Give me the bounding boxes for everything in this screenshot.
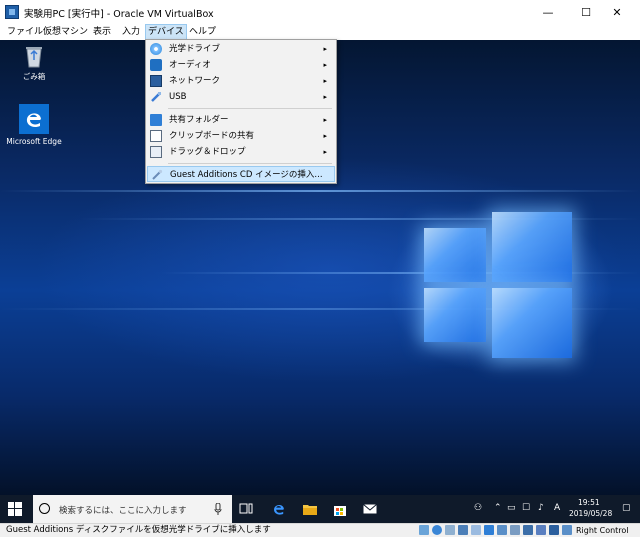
mouse-integration-status-icon[interactable]	[549, 525, 559, 535]
menu-devices[interactable]: デバイス	[145, 24, 187, 40]
people-icon[interactable]: ⚇	[474, 503, 482, 513]
menu-item-usb[interactable]: USB ▸	[147, 89, 335, 105]
menu-item-clipboard[interactable]: クリップボードの共有 ▸	[147, 128, 335, 144]
battery-icon[interactable]: ▭	[507, 503, 516, 513]
clock-date[interactable]: 2019/05/28	[569, 509, 612, 518]
submenu-arrow-icon: ▸	[323, 132, 327, 140]
usb-status-icon[interactable]	[471, 525, 481, 535]
microphone-icon[interactable]	[214, 502, 222, 515]
optical-drive-status-icon[interactable]	[432, 525, 442, 535]
title-bar[interactable]: 実験用PC [実行中] - Oracle VM VirtualBox — ☐ ✕	[0, 0, 640, 24]
audio-status-icon[interactable]	[445, 525, 455, 535]
submenu-arrow-icon: ▸	[323, 45, 327, 53]
drag-drop-icon	[150, 146, 162, 158]
audio-icon	[150, 59, 162, 71]
mail-icon[interactable]	[362, 501, 378, 517]
desktop-icon-recycle-bin[interactable]: ごみ箱	[4, 44, 64, 82]
network-status-icon[interactable]	[458, 525, 468, 535]
submenu-arrow-icon: ▸	[323, 93, 327, 101]
desktop-icon-label: Microsoft Edge	[6, 137, 62, 146]
menu-item-audio[interactable]: オーディオ ▸	[147, 57, 335, 73]
edge-icon	[19, 104, 49, 134]
light-beam	[0, 190, 640, 192]
submenu-arrow-icon: ▸	[323, 77, 327, 85]
logo-pane	[492, 288, 572, 358]
shared-folder-icon	[150, 114, 162, 126]
edge-icon[interactable]	[271, 501, 287, 517]
usb-icon	[150, 91, 162, 103]
menu-item-drag-drop[interactable]: ドラッグ＆ドロップ ▸	[147, 144, 335, 160]
submenu-arrow-icon: ▸	[323, 148, 327, 156]
desktop-icon-label: ごみ箱	[22, 72, 46, 81]
logo-pane	[492, 212, 572, 282]
logo-pane	[424, 228, 486, 282]
cortana-icon	[39, 503, 50, 514]
network-tray-icon[interactable]: ☐	[522, 503, 530, 513]
ime-indicator[interactable]: A	[554, 503, 560, 513]
menu-view[interactable]: 表示	[91, 25, 113, 39]
menu-item-shared-folder[interactable]: 共有フォルダー ▸	[147, 112, 335, 128]
window-title: 実験用PC [実行中] - Oracle VM VirtualBox	[24, 9, 214, 20]
submenu-arrow-icon: ▸	[323, 116, 327, 124]
cpu-status-icon[interactable]	[523, 525, 533, 535]
status-bar: Guest Additions ディスクファイルを仮想光学ドライブに挿入します …	[0, 523, 640, 537]
menu-input[interactable]: 入力	[120, 25, 142, 39]
recycle-bin-icon	[22, 44, 46, 68]
taskbar: 検索するには、ここに入力します ⚇ ⌃ ▭ ☐ ♪ A 19:51 2019/0…	[0, 495, 640, 523]
search-placeholder: 検索するには、ここに入力します	[59, 506, 187, 516]
network-icon	[150, 75, 162, 87]
menu-item-guest-additions[interactable]: Guest Additions CD イメージの挿入...	[147, 166, 335, 182]
keyboard-capture-status-icon[interactable]	[562, 525, 572, 535]
recording-status-icon[interactable]	[510, 525, 520, 535]
optical-drive-icon	[150, 43, 162, 55]
store-icon[interactable]	[332, 501, 348, 517]
task-view-icon[interactable]	[238, 501, 254, 517]
submenu-arrow-icon: ▸	[323, 61, 327, 69]
menu-file[interactable]: ファイル	[5, 25, 45, 39]
logo-pane	[424, 288, 486, 342]
start-button[interactable]	[8, 502, 22, 516]
clipboard-icon	[150, 130, 162, 142]
close-button[interactable]: ✕	[594, 0, 640, 24]
volume-icon[interactable]: ♪	[538, 503, 544, 513]
virtualbox-app-icon	[5, 5, 19, 19]
guest-additions-icon	[151, 169, 163, 181]
menu-item-optical-drive[interactable]: 光学ドライブ ▸	[147, 41, 335, 57]
clock-time[interactable]: 19:51	[578, 498, 600, 507]
menu-separator	[168, 108, 332, 109]
devices-dropdown-menu: 光学ドライブ ▸ オーディオ ▸ ネットワーク ▸ USB ▸ 共有フォルダー …	[145, 39, 337, 184]
desktop-icon-edge[interactable]: Microsoft Edge	[4, 104, 64, 146]
menu-item-network[interactable]: ネットワーク ▸	[147, 73, 335, 89]
vt-x-status-icon[interactable]	[536, 525, 546, 535]
status-message: Guest Additions ディスクファイルを仮想光学ドライブに挿入します	[6, 525, 271, 535]
display-status-icon[interactable]	[497, 525, 507, 535]
menu-bar: ファイル 仮想マシン 表示 入力 デバイス ヘルプ	[0, 24, 640, 40]
file-explorer-icon[interactable]	[302, 501, 318, 517]
notification-icon[interactable]: ▢	[622, 503, 631, 513]
tray-chevron-up-icon[interactable]: ⌃	[494, 503, 502, 513]
menu-separator	[168, 163, 332, 164]
menu-machine[interactable]: 仮想マシン	[41, 25, 90, 39]
host-key-label: Right Control	[576, 526, 629, 535]
virtualbox-window: 実験用PC [実行中] - Oracle VM VirtualBox — ☐ ✕…	[0, 0, 640, 537]
shared-folder-status-icon[interactable]	[484, 525, 494, 535]
windows-wallpaper-logo	[424, 208, 574, 360]
windows-start-icon	[8, 502, 22, 516]
hard-disk-status-icon[interactable]	[419, 525, 429, 535]
taskbar-search-box[interactable]: 検索するには、ここに入力します	[33, 495, 232, 523]
menu-help[interactable]: ヘルプ	[187, 25, 218, 39]
